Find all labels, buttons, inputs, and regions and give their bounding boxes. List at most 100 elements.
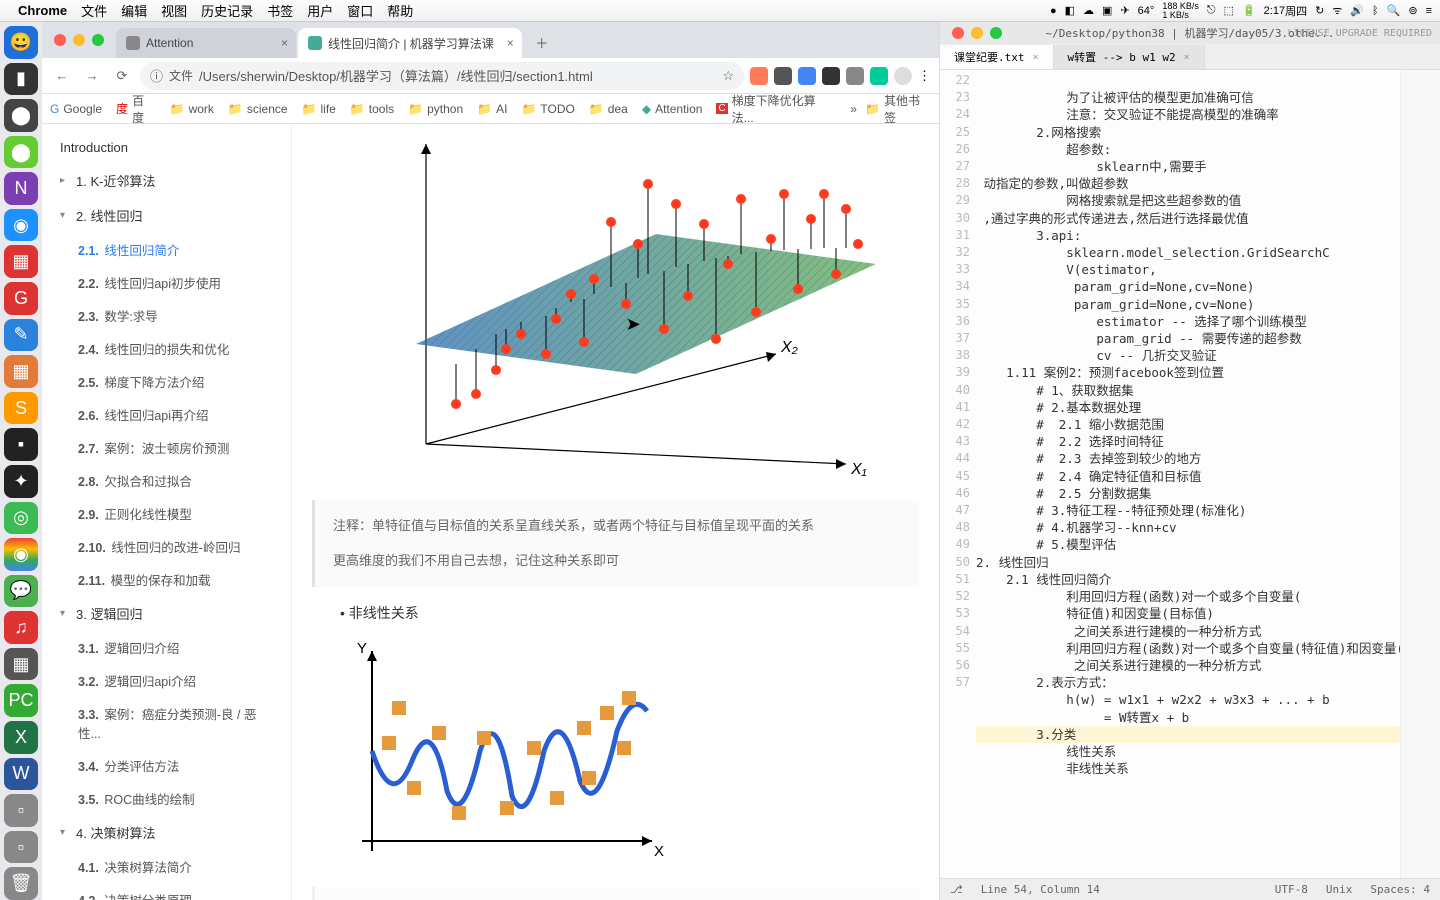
dock-terminal[interactable]: ▮: [4, 63, 38, 96]
dock-app[interactable]: ✎: [4, 319, 38, 352]
dock-word[interactable]: W: [4, 758, 38, 791]
dock-excel[interactable]: X: [4, 721, 38, 754]
notification-icon[interactable]: ≡: [1426, 5, 1432, 17]
menu-icon[interactable]: ⋮: [918, 68, 931, 84]
dock-app[interactable]: ⬤: [4, 136, 38, 169]
sidebar-item[interactable]: 4.1. 决策树算法简介: [42, 850, 291, 883]
dock-onenote[interactable]: N: [4, 172, 38, 205]
dock-app[interactable]: G: [4, 282, 38, 315]
maximize-icon[interactable]: [990, 27, 1002, 39]
code-area[interactable]: 22 23 24 25 26 27 28 29 30 31 32 33 34 3…: [940, 70, 1440, 878]
minimize-icon[interactable]: [971, 27, 983, 39]
statusbar-git-icon[interactable]: ⎇: [950, 883, 963, 896]
status-icon[interactable]: ⎋: [1207, 4, 1216, 17]
extension-icon[interactable]: [822, 67, 840, 85]
extension-icon[interactable]: [774, 67, 792, 85]
dock-netease[interactable]: ♫: [4, 611, 38, 644]
battery-icon[interactable]: 🔋: [1242, 4, 1256, 17]
status-icon[interactable]: ☁: [1083, 4, 1094, 17]
sidebar-section-2[interactable]: ▾2. 线性回归: [42, 198, 291, 233]
bookmark-folder[interactable]: 📁life: [302, 102, 336, 116]
sidebar-item[interactable]: 2.3. 数学:求导: [42, 299, 291, 332]
close-tab-icon[interactable]: ×: [1184, 52, 1190, 63]
status-icon[interactable]: ◧: [1065, 4, 1075, 17]
minimap[interactable]: [1400, 70, 1440, 878]
dock-app[interactable]: ▫: [4, 831, 38, 864]
forward-button[interactable]: →: [80, 64, 104, 88]
sidebar-item[interactable]: 3.5. ROC曲线的绘制: [42, 782, 291, 815]
sidebar-item[interactable]: 2.2. 线性回归api初步使用: [42, 266, 291, 299]
back-button[interactable]: ←: [50, 64, 74, 88]
wifi-icon[interactable]: ᯤ: [1332, 3, 1342, 18]
status-icon[interactable]: ●: [1050, 5, 1057, 17]
editor-titlebar[interactable]: ~/Desktop/python38 | 机器学习/day05/3.othe..…: [940, 22, 1440, 44]
dock-app[interactable]: ▫: [4, 794, 38, 827]
bookmark-folder[interactable]: 📁AI: [477, 102, 507, 116]
extension-icon[interactable]: [798, 67, 816, 85]
sidebar-item[interactable]: 2.1. 线性回归简介: [42, 233, 291, 266]
menu-window[interactable]: 窗口: [347, 1, 373, 20]
dock-finder[interactable]: 😀: [4, 26, 38, 59]
bookmark[interactable]: GGoogle: [50, 102, 102, 116]
bookmark-folder[interactable]: 📁science: [228, 102, 288, 116]
menu-file[interactable]: 文件: [81, 1, 107, 20]
sidebar-item[interactable]: 4.2. 决策树分类原理: [42, 883, 291, 900]
dock-app[interactable]: ▦: [4, 355, 38, 388]
reload-button[interactable]: ⟳: [110, 64, 134, 88]
close-tab-icon[interactable]: ×: [281, 36, 288, 50]
sidebar-item[interactable]: 2.6. 线性回归api再介绍: [42, 398, 291, 431]
dock-sublime[interactable]: S: [4, 392, 38, 425]
menu-edit[interactable]: 编辑: [121, 1, 147, 20]
bookmark[interactable]: ◆Attention: [642, 102, 703, 116]
bookmark[interactable]: 度百度: [116, 92, 156, 126]
editor-tab[interactable]: w转置 --> b w1 w2×: [1054, 45, 1205, 69]
menu-bookmarks[interactable]: 书签: [267, 1, 293, 20]
encoding[interactable]: UTF-8: [1275, 883, 1308, 896]
maximize-icon[interactable]: [92, 34, 104, 46]
sidebar-section-4[interactable]: ▾4. 决策树算法: [42, 815, 291, 850]
menu-history[interactable]: 历史记录: [201, 1, 253, 20]
extension-icon[interactable]: [846, 67, 864, 85]
sidebar-item[interactable]: 3.1. 逻辑回归介绍: [42, 631, 291, 664]
address-bar[interactable]: ⓘ 文件 /Users/sherwin/Desktop/机器学习（算法篇）/线性…: [140, 62, 744, 90]
sidebar-section-1[interactable]: ▸1. K-近邻算法: [42, 163, 291, 198]
app-name[interactable]: Chrome: [18, 3, 67, 18]
dock-app[interactable]: ◉: [4, 209, 38, 242]
sidebar-item[interactable]: 2.7. 案例：波士顿房价预测: [42, 431, 291, 464]
menu-view[interactable]: 视图: [161, 1, 187, 20]
extension-icon[interactable]: [750, 67, 768, 85]
sidebar-item[interactable]: 3.4. 分类评估方法: [42, 749, 291, 782]
sidebar-item[interactable]: 2.9. 正则化线性模型: [42, 497, 291, 530]
cursor-position[interactable]: Line 54, Column 14: [981, 883, 1100, 896]
bookmark-folder[interactable]: 📁python: [408, 102, 463, 116]
dock-app[interactable]: ✦: [4, 465, 38, 498]
dock-trash[interactable]: 🗑: [4, 867, 38, 900]
status-icon[interactable]: ▣: [1102, 4, 1112, 17]
bookmark[interactable]: C梯度下降优化算法...: [716, 92, 836, 126]
profile-avatar[interactable]: [894, 67, 912, 85]
bluetooth-icon[interactable]: ᛒ: [1372, 5, 1379, 17]
sidebar-section-3[interactable]: ▾3. 逻辑回归: [42, 596, 291, 631]
close-tab-icon[interactable]: ×: [507, 36, 514, 50]
window-controls[interactable]: [54, 34, 104, 46]
other-bookmarks[interactable]: 📁其他书签: [865, 92, 931, 126]
menu-user[interactable]: 用户: [307, 1, 333, 20]
dock-app[interactable]: ▦: [4, 648, 38, 681]
new-tab-button[interactable]: ＋: [530, 30, 554, 54]
sidebar-item[interactable]: 2.5. 梯度下降方法介绍: [42, 365, 291, 398]
browser-tab[interactable]: Attention ×: [116, 28, 296, 58]
sidebar-item[interactable]: 3.3. 案例：癌症分类预测-良 / 恶性...: [42, 697, 291, 749]
dock-wechat[interactable]: 💬: [4, 575, 38, 608]
network-speed[interactable]: 188 KB/s 1 KB/s: [1162, 2, 1199, 20]
doc-sidebar[interactable]: Introduction ▸1. K-近邻算法 ▾2. 线性回归 2.1. 线性…: [42, 124, 292, 900]
bookmark-folder[interactable]: 📁work: [170, 102, 214, 116]
sidebar-item[interactable]: 2.11. 模型的保存和加载: [42, 563, 291, 596]
volume-icon[interactable]: 🔊: [1350, 4, 1364, 17]
sidebar-item[interactable]: 3.2. 逻辑回归api介绍: [42, 664, 291, 697]
bookmark-folder[interactable]: 📁TODO: [521, 102, 574, 116]
extension-icon[interactable]: [870, 67, 888, 85]
line-endings[interactable]: Unix: [1326, 883, 1353, 896]
dock-app[interactable]: ◎: [4, 502, 38, 535]
control-center-icon[interactable]: ⊚: [1408, 4, 1417, 17]
dock-app[interactable]: ▦: [4, 245, 38, 278]
